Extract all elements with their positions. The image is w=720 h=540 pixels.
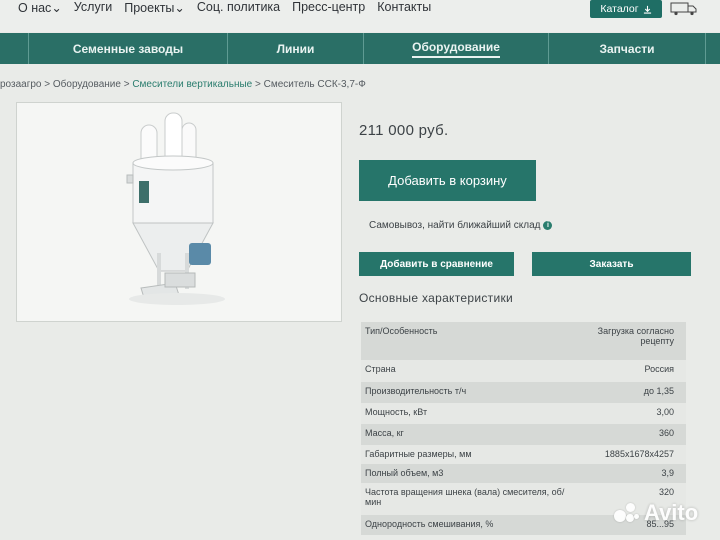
avito-logo-text: Avito [644, 500, 699, 525]
spec-value: 360 [658, 428, 674, 438]
spec-value: Загрузка согласно рецепту [597, 326, 674, 346]
chevron-down-icon: ⌄ [51, 1, 62, 15]
catalog-button[interactable]: Каталог [590, 0, 662, 18]
top-nav-press-center[interactable]: Пресс-центр [292, 0, 365, 15]
mixer-illustration [126, 112, 225, 305]
top-nav-services[interactable]: Услуги [74, 0, 112, 15]
spec-name: Масса, кг [365, 428, 404, 438]
table-row: Страна Россия [361, 360, 686, 382]
breadcrumb-equipment[interactable]: Оборудование [53, 79, 121, 90]
spec-name: Однородность смешивания, % [365, 519, 494, 529]
spec-name: Мощность, кВт [365, 407, 428, 417]
table-row: Производительность т/ч до 1,35 [361, 382, 686, 403]
top-bar: О нас⌄ Услуги Проекты⌄ Соц. политика Пре… [0, 0, 720, 32]
main-nav-spare-parts[interactable]: Запчасти [548, 33, 705, 64]
order-button[interactable]: Заказать [532, 252, 691, 276]
spec-value: 3,9 [661, 468, 674, 478]
top-nav-social-policy[interactable]: Соц. политика [197, 0, 280, 15]
main-nav-equipment[interactable]: Оборудование [363, 33, 548, 64]
spec-name: Производительность т/ч [365, 386, 467, 396]
breadcrumb-vertical-mixers[interactable]: Смесители вертикальные [132, 79, 252, 90]
top-nav-contacts[interactable]: Контакты [377, 0, 431, 15]
main-nav-end [705, 33, 720, 64]
pickup-info: Самовывоз, найти ближайший склад i [369, 220, 553, 231]
truck-icon[interactable] [670, 2, 698, 16]
spec-value: Россия [644, 364, 674, 374]
spec-name: Габаритные размеры, мм [365, 449, 472, 459]
table-row: Масса, кг 360 [361, 424, 686, 445]
top-nav: О нас⌄ Услуги Проекты⌄ Соц. политика Пре… [18, 0, 431, 15]
breadcrumb-current: Смеситель ССК-3,7-Ф [263, 79, 366, 90]
avito-logo-icon [612, 500, 640, 526]
pickup-text[interactable]: Самовывоз, найти ближайший склад [369, 220, 540, 231]
avito-watermark: Avito [612, 500, 698, 526]
main-nav-lines[interactable]: Линии [227, 33, 363, 64]
spec-name: Частота вращения шнека (вала) смесителя,… [365, 487, 565, 507]
table-row: Мощность, кВт 3,00 [361, 403, 686, 424]
table-row: Габаритные размеры, мм 1885х1678х4257 [361, 445, 686, 464]
add-to-compare-button[interactable]: Добавить в сравнение [359, 252, 514, 276]
product-image[interactable] [16, 102, 342, 322]
table-row: Полный объем, м3 3,9 [361, 464, 686, 483]
spec-value: 3,00 [656, 407, 674, 417]
spec-value: до 1,35 [643, 386, 674, 396]
add-to-cart-button[interactable]: Добавить в корзину [359, 160, 536, 201]
info-icon[interactable]: i [543, 221, 553, 230]
main-nav-seed-plants[interactable]: Семенные заводы [28, 33, 227, 64]
top-nav-about[interactable]: О нас⌄ [18, 0, 62, 15]
main-nav: Семенные заводы Линии Оборудование Запча… [0, 33, 720, 64]
specs-title: Основные характеристики [359, 291, 514, 305]
chevron-down-icon: ⌄ [174, 1, 185, 15]
spec-name: Страна [365, 364, 396, 374]
download-icon [643, 5, 651, 14]
breadcrumb-home[interactable]: розаагро [0, 79, 42, 90]
product-price: 211 000 руб. [359, 122, 449, 139]
breadcrumb: розаагро > Оборудование > Смесители верт… [0, 79, 366, 90]
spec-name: Полный объем, м3 [365, 468, 444, 478]
main-nav-spacer [0, 33, 28, 64]
catalog-label: Каталог [600, 3, 639, 15]
top-nav-projects[interactable]: Проекты⌄ [124, 0, 185, 15]
table-row: Тип/Особенность Загрузка согласно рецепт… [361, 322, 686, 360]
spec-value: 1885х1678х4257 [604, 449, 674, 459]
spec-name: Тип/Особенность [365, 326, 438, 336]
